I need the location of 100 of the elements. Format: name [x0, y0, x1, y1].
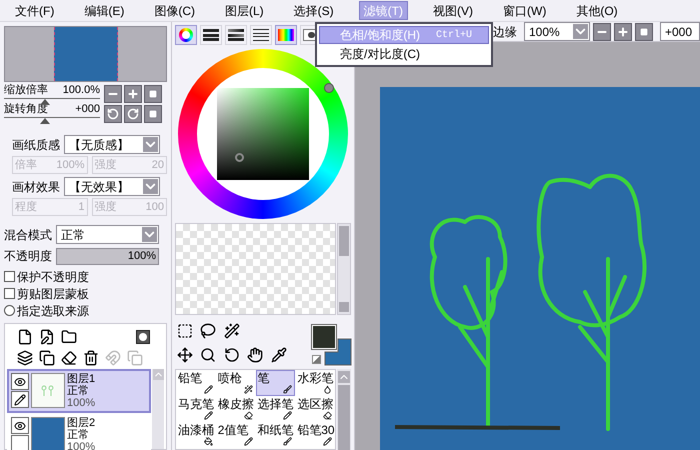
- brush-preset[interactable]: 橡皮擦: [216, 396, 256, 422]
- rotation-field[interactable]: +000: [660, 22, 700, 41]
- brush-preset[interactable]: 选择笔: [256, 396, 296, 422]
- setting-label: 画材效果: [12, 178, 60, 196]
- brush-preset[interactable]: 2值笔: [216, 422, 256, 448]
- rotate-icon[interactable]: [224, 347, 240, 363]
- layer-opacity: 100%: [67, 397, 96, 409]
- visibility-toggle[interactable]: [11, 417, 29, 434]
- menu-item[interactable]: 视图(V): [428, 1, 478, 20]
- setting-label: 画纸质感: [12, 136, 60, 154]
- blend-mode-dropdown[interactable]: 正常: [56, 225, 159, 244]
- clear-layer-icon[interactable]: [61, 350, 77, 366]
- menu-item[interactable]: 图层(L): [220, 1, 269, 20]
- slider-value: +000: [75, 103, 100, 115]
- caret-icon: [142, 227, 157, 242]
- slider-track[interactable]: [4, 117, 100, 122]
- merge-visible-icon: [127, 350, 143, 366]
- slider-value: 100.0%: [62, 84, 100, 96]
- texture-dropdown[interactable]: 【无效果】: [64, 177, 160, 196]
- color-mode-tab[interactable]: [250, 25, 272, 45]
- slider-bars-icon: [203, 29, 219, 41]
- mask-icon[interactable]: [136, 330, 150, 344]
- opacity-slider[interactable]: 100%: [56, 248, 159, 264]
- visibility-toggle[interactable]: [11, 373, 29, 390]
- color-mode-tab[interactable]: [275, 25, 297, 45]
- hand-icon[interactable]: [247, 347, 264, 363]
- scrollbar[interactable]: [337, 223, 351, 315]
- brush-preset[interactable]: 喷枪: [216, 370, 256, 396]
- edit-lock-toggle[interactable]: [11, 391, 29, 408]
- brush-preset[interactable]: 马克笔: [176, 396, 216, 422]
- slider-thumb[interactable]: [40, 118, 50, 124]
- color-mode-tab[interactable]: [225, 25, 247, 45]
- checkbox[interactable]: [4, 271, 15, 282]
- zoom-dropdown[interactable]: 100%: [524, 22, 590, 41]
- menu-item[interactable]: 窗口(W): [498, 1, 552, 20]
- layer-opacity: 100%: [67, 441, 96, 450]
- menu-item[interactable]: 图像(C): [149, 1, 200, 20]
- filter-menu-item[interactable]: 亮度/对比度(C): [319, 45, 489, 63]
- rotate-left-button[interactable]: [104, 105, 122, 123]
- merge-down-icon[interactable]: [17, 350, 33, 366]
- square-icon: [149, 110, 157, 118]
- magic-wand-icon[interactable]: [224, 323, 240, 339]
- brush-preset[interactable]: 选区擦: [295, 396, 335, 422]
- menu-item[interactable]: 其他(O): [571, 1, 623, 20]
- brush-preset[interactable]: 水彩笔: [295, 370, 335, 396]
- plus-icon: [127, 88, 139, 100]
- brush-preset[interactable]: 笔: [256, 370, 296, 396]
- rotate-right-button[interactable]: [124, 105, 142, 123]
- move-icon[interactable]: [177, 347, 193, 363]
- layer-row[interactable]: 图层1 正常 100%: [7, 369, 151, 413]
- trash-icon[interactable]: [83, 350, 99, 366]
- eyedropper-icon[interactable]: [270, 347, 287, 363]
- texture-dropdown[interactable]: 【无质感】: [64, 135, 160, 154]
- option-label: 剪贴图层蒙板: [17, 286, 89, 302]
- scrollbar[interactable]: [152, 369, 164, 449]
- scrollbar[interactable]: [337, 369, 351, 450]
- menu-item[interactable]: 编辑(E): [79, 1, 130, 20]
- reset-zoom-button[interactable]: [144, 85, 162, 103]
- swatch-grid-icon: [278, 29, 294, 41]
- brush-preset[interactable]: 和纸笔: [256, 422, 296, 448]
- plus-icon: [617, 26, 629, 38]
- setting-label: 混合模式: [4, 226, 52, 244]
- new-vector-layer-icon[interactable]: [39, 329, 55, 345]
- reset-zoom-button[interactable]: [635, 22, 653, 40]
- square-icon: [149, 90, 157, 98]
- brush-preset[interactable]: 油漆桶: [176, 422, 216, 448]
- slider-thumb[interactable]: [40, 99, 50, 105]
- rectangle-select-icon[interactable]: [177, 323, 193, 339]
- zoom-in-button[interactable]: [614, 22, 632, 40]
- value-marker[interactable]: [235, 153, 244, 162]
- hue-marker[interactable]: [324, 83, 334, 93]
- caret-icon: [143, 137, 158, 152]
- radio-button[interactable]: [4, 305, 15, 316]
- zoom-in-button[interactable]: [124, 85, 142, 103]
- menu-item[interactable]: 文件(F): [10, 1, 60, 20]
- brush-preset[interactable]: 铅笔30: [295, 422, 335, 448]
- color-wheel-icon: [179, 28, 193, 42]
- saturation-value-square[interactable]: [217, 88, 309, 180]
- background-color-swatch[interactable]: [324, 338, 352, 366]
- lasso-icon[interactable]: [200, 323, 216, 339]
- zoom-out-button[interactable]: [104, 85, 122, 103]
- color-mode-tab[interactable]: [175, 25, 197, 45]
- folder-icon[interactable]: [61, 329, 77, 345]
- foreground-color-swatch[interactable]: [312, 325, 336, 349]
- menu-item[interactable]: 选择(S): [288, 1, 339, 20]
- edit-lock-toggle[interactable]: [11, 435, 29, 450]
- zoom-out-button[interactable]: [593, 22, 611, 40]
- brush-preset[interactable]: 铅笔: [176, 370, 216, 396]
- copy-layer-icon[interactable]: [39, 350, 55, 366]
- option-label: 保护不透明度: [17, 268, 89, 286]
- reset-rotation-button[interactable]: [144, 105, 162, 123]
- color-mode-tab[interactable]: [200, 25, 222, 45]
- checkbox[interactable]: [4, 288, 15, 299]
- slider-track[interactable]: [4, 98, 100, 103]
- option-label: 指定选取来源: [17, 302, 89, 320]
- reset-colors-icon[interactable]: [312, 355, 321, 364]
- list-lines-icon: [253, 29, 269, 41]
- new-layer-icon[interactable]: [17, 329, 33, 345]
- zoom-icon[interactable]: [200, 347, 216, 363]
- pen-icon: [14, 394, 26, 406]
